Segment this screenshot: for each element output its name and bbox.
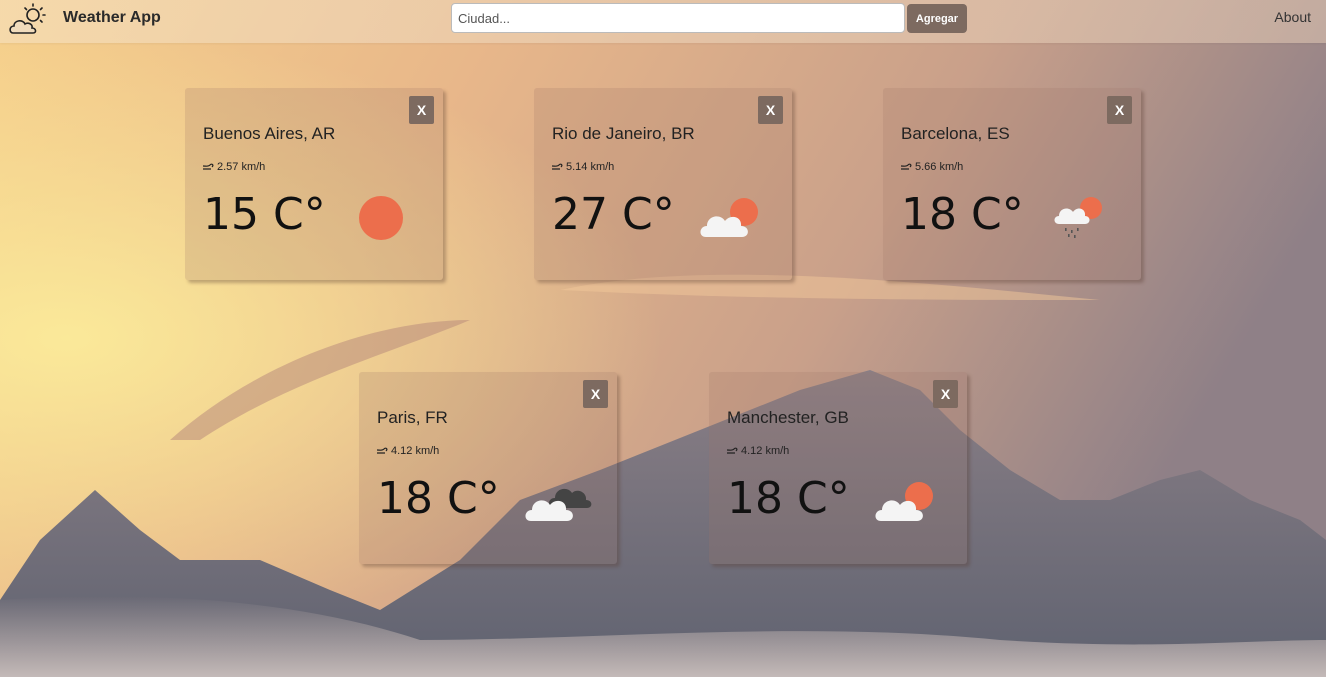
wind-value: 4.12 km/h [741, 445, 790, 457]
close-card-button[interactable]: X [409, 96, 434, 124]
sun-cloud-icon [9, 3, 46, 34]
close-card-button[interactable]: X [583, 380, 608, 408]
app-title: Weather App [63, 9, 161, 26]
city-search-input[interactable] [451, 3, 905, 33]
sun-behind-cloud-icon [700, 198, 758, 237]
wind-value: 5.14 km/h [566, 161, 615, 173]
weather-card-barcelona: X Barcelona, ES 5.66 km/h 18 C° [883, 88, 1141, 280]
close-card-button[interactable]: X [933, 380, 958, 408]
broken-clouds-icon [525, 488, 592, 521]
weather-card-paris: X Paris, FR 4.12 km/h 18 C° [359, 372, 617, 564]
city-name: Buenos Aires, AR [203, 124, 336, 143]
close-card-button[interactable]: X [1107, 96, 1132, 124]
wind-speed: 2.57 km/h [203, 161, 265, 173]
weather-card-manchester: X Manchester, GB 4.12 km/h 18 C° [709, 372, 967, 564]
wind-speed: 4.12 km/h [377, 445, 439, 457]
wind-value: 4.12 km/h [391, 445, 440, 457]
wind-icon [377, 447, 388, 454]
add-city-button[interactable]: Agregar [907, 4, 967, 33]
weather-card-buenos-aires: X Buenos Aires, AR 2.57 km/h 15 C° [185, 88, 443, 280]
temperature: 27 C° [552, 189, 675, 240]
temperature: 18 C° [377, 473, 500, 524]
wind-value: 2.57 km/h [217, 161, 266, 173]
wind-speed: 5.14 km/h [552, 161, 614, 173]
top-navbar: Weather App Agregar About [0, 0, 1326, 43]
wind-speed: 4.12 km/h [727, 445, 789, 457]
wind-icon [552, 163, 563, 170]
city-name: Manchester, GB [727, 408, 849, 427]
city-name: Barcelona, ES [901, 124, 1010, 143]
temperature: 15 C° [203, 189, 326, 240]
wind-speed: 5.66 km/h [901, 161, 963, 173]
close-card-button[interactable]: X [758, 96, 783, 124]
temperature: 18 C° [901, 189, 1024, 240]
city-name: Rio de Janeiro, BR [552, 124, 695, 143]
wind-value: 5.66 km/h [915, 161, 964, 173]
about-link[interactable]: About [1274, 9, 1311, 25]
wind-icon [727, 447, 738, 454]
weather-card-rio-de-janeiro: X Rio de Janeiro, BR 5.14 km/h 27 C° [534, 88, 792, 280]
sun-icon [359, 196, 403, 240]
temperature: 18 C° [727, 473, 850, 524]
sun-cloud-rain-icon [1054, 197, 1102, 238]
city-name: Paris, FR [377, 408, 448, 427]
sun-behind-cloud-icon [875, 482, 933, 521]
wind-icon [901, 163, 912, 170]
wind-icon [203, 163, 214, 170]
